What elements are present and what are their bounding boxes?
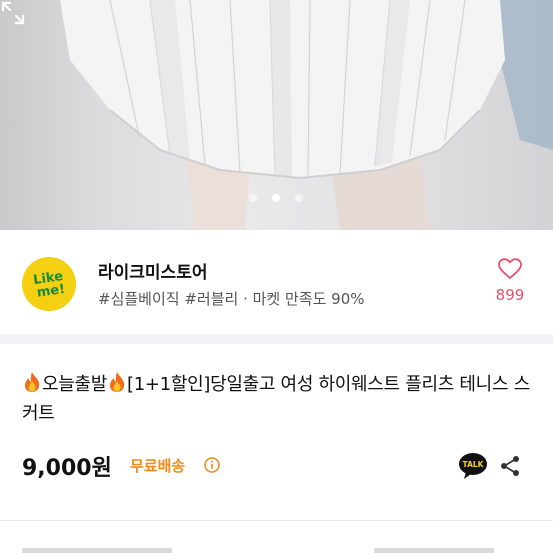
section-divider (0, 334, 553, 344)
share-icon[interactable] (498, 454, 522, 478)
carousel-dot-active[interactable] (272, 194, 280, 202)
expand-icon[interactable] (0, 0, 26, 26)
carousel-indicator (0, 192, 553, 204)
shipping-label: 무료배송 (130, 457, 186, 475)
kakaotalk-label: TALK (463, 460, 485, 469)
product-image-carousel[interactable] (0, 0, 553, 230)
product-title-tag: 오늘출발 (42, 374, 108, 395)
seller-logo[interactable]: Like me! (22, 257, 76, 311)
section-divider (0, 520, 553, 521)
seller-tags: #심플베이직 #러블리 · 마켓 만족도 90% (98, 290, 365, 308)
carousel-dot[interactable] (249, 194, 257, 202)
next-section-peek (22, 544, 531, 553)
kakaotalk-icon[interactable]: TALK (458, 452, 488, 480)
info-icon[interactable] (204, 457, 220, 473)
product-title: 오늘출발 [1+1할인]당일출고 여성 하이웨스트 플리츠 테니스 스커트 (22, 370, 537, 428)
fire-icon (25, 372, 40, 392)
product-price: 9,000원 (22, 456, 112, 481)
carousel-dot[interactable] (295, 194, 303, 202)
seller-name[interactable]: 라이크미스토어 (98, 258, 207, 283)
fire-icon (110, 372, 125, 392)
heart-icon[interactable] (498, 258, 522, 280)
peek-text (374, 548, 494, 553)
like-count: 899 (495, 286, 525, 304)
like-button[interactable]: 899 (490, 256, 530, 312)
logo-text-line2: me! (36, 282, 66, 301)
seller-info[interactable]: Like me! 라이크미스토어 #심플베이직 #러블리 · 마켓 만족도 90… (0, 230, 553, 334)
peek-text (22, 548, 172, 553)
